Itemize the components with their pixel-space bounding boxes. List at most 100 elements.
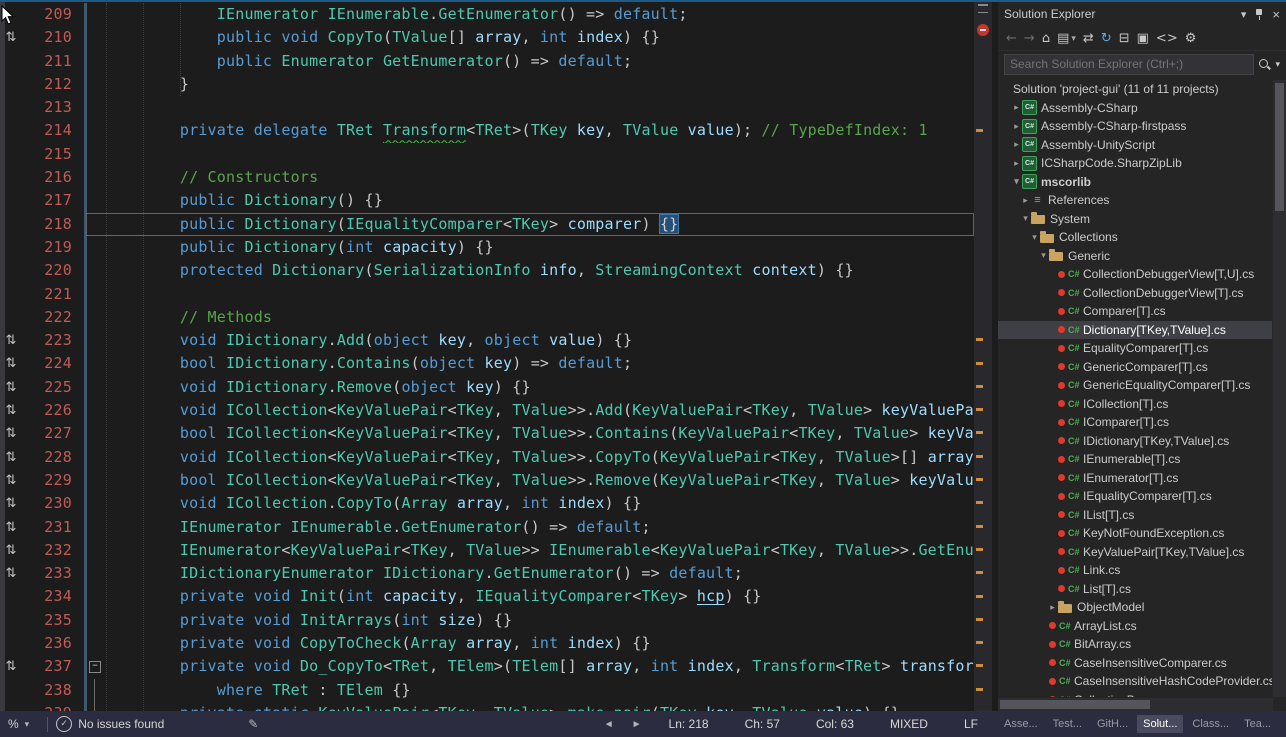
line-number[interactable]: 210	[22, 26, 86, 49]
se-vertical-scrollbar[interactable]	[1273, 80, 1286, 697]
chevron-down-icon[interactable]: ▾	[1241, 8, 1247, 21]
tool-tab-test[interactable]: Test...	[1047, 715, 1088, 733]
code-line[interactable]: 234 private void Init(int capacity, IEqu…	[0, 585, 974, 608]
code-line[interactable]: ⇅232 IEnumerator<KeyValuePair<TKey, TVal…	[0, 539, 974, 562]
split-grip-icon[interactable]	[978, 4, 988, 13]
tool-tab-gith[interactable]: GitH...	[1091, 715, 1134, 733]
tree-item-solution-project-gui-11-of-11-projects[interactable]: Solution 'project-gui' (11 of 11 project…	[998, 80, 1272, 99]
nav-back-icon[interactable]: ◄	[604, 719, 614, 730]
code-line[interactable]: 239 private static KeyValuePair<TKey, TV…	[0, 702, 974, 711]
pencil-icon[interactable]: ✎	[248, 717, 258, 731]
line-number[interactable]: 213	[22, 96, 86, 119]
chevron-collapsed-icon[interactable]: ▸	[1011, 102, 1022, 113]
tree-item-collectionbase-cs[interactable]: C#CollectionBase.cs	[998, 691, 1272, 698]
tree-item-icomparer-t-cs[interactable]: C#IComparer[T].cs	[998, 413, 1272, 432]
line-number[interactable]: 216	[22, 166, 86, 189]
line-number[interactable]: 230	[22, 492, 86, 515]
tree-item-iequalitycomparer-t-cs[interactable]: C#IEqualityComparer[T].cs	[998, 487, 1272, 506]
line-number[interactable]: 225	[22, 376, 86, 399]
tree-item-dictionary-tkey-tvalue-cs[interactable]: C#Dictionary[TKey,TValue].cs	[998, 321, 1272, 340]
line-number[interactable]: 218	[22, 213, 86, 236]
sync-with-active-document-button[interactable]: ⇄	[1083, 32, 1094, 45]
line-number[interactable]: 212	[22, 73, 86, 96]
eol-indicator[interactable]: LF	[964, 717, 978, 731]
tree-item-collectiondebuggerview-t-u-cs[interactable]: C#CollectionDebuggerView[T,U].cs	[998, 265, 1272, 284]
chevron-collapsed-icon[interactable]: ▸	[1011, 158, 1022, 169]
zoom-control[interactable]: % ▾	[0, 711, 39, 737]
code-line[interactable]: 222 // Methods	[0, 306, 974, 329]
code-line[interactable]: ⇅223 void IDictionary.Add(object key, ob…	[0, 329, 974, 352]
chevron-collapsed-icon[interactable]: ▸	[1047, 602, 1058, 613]
chevron-collapsed-icon[interactable]: ▸	[1011, 121, 1022, 132]
search-input[interactable]	[1004, 54, 1254, 75]
issues-status[interactable]: No issues found	[78, 717, 164, 731]
refresh-button[interactable]: ↻	[1101, 32, 1112, 45]
tree-item-collectiondebuggerview-t-cs[interactable]: C#CollectionDebuggerView[T].cs	[998, 284, 1272, 303]
line-number[interactable]: 217	[22, 189, 86, 212]
code-line[interactable]: ⇅227 bool ICollection<KeyValuePair<TKey,…	[0, 422, 974, 445]
nav-forward-icon[interactable]: ►	[632, 719, 642, 730]
home-button[interactable]: ⌂	[1042, 32, 1050, 45]
code-line[interactable]: ⇅229 bool ICollection<KeyValuePair<TKey,…	[0, 469, 974, 492]
line-number[interactable]: 238	[22, 679, 86, 702]
line-number[interactable]: 229	[22, 469, 86, 492]
tree-item-references[interactable]: ▸≡References	[998, 191, 1272, 210]
chevron-expanded-icon[interactable]: ▾	[1029, 232, 1040, 243]
code-line[interactable]: 236 private void CopyToCheck(Array array…	[0, 632, 974, 655]
code-line[interactable]: 221	[0, 283, 974, 306]
close-icon[interactable]: ×	[1272, 7, 1280, 22]
line-number[interactable]: 211	[22, 50, 86, 73]
code-editor[interactable]: 209 IEnumerator IEnumerable.GetEnumerato…	[0, 0, 992, 711]
outline-margin[interactable]: −	[86, 655, 106, 678]
code-line[interactable]: 218 public Dictionary(IEqualityComparer<…	[0, 213, 974, 236]
tree-item-arraylist-cs[interactable]: C#ArrayList.cs	[998, 617, 1272, 636]
chevron-expanded-icon[interactable]: ▾	[1038, 250, 1049, 261]
line-number[interactable]: 234	[22, 585, 86, 608]
tree-item-objectmodel[interactable]: ▸ObjectModel	[998, 598, 1272, 617]
line-number[interactable]: 219	[22, 236, 86, 259]
tree-item-icollection-t-cs[interactable]: C#ICollection[T].cs	[998, 395, 1272, 414]
code-line[interactable]: ⇅226 void ICollection<KeyValuePair<TKey,…	[0, 399, 974, 422]
tool-tab-class[interactable]: Class...	[1186, 715, 1235, 733]
tool-tab-solut[interactable]: Solut...	[1137, 715, 1183, 733]
tree-item-list-t-cs[interactable]: C#List[T].cs	[998, 580, 1272, 599]
tree-item-caseinsensitivecomparer-cs[interactable]: C#CaseInsensitiveComparer.cs	[998, 654, 1272, 673]
tree-item-icsharpcode-sharpziplib[interactable]: ▸C#ICSharpCode.SharpZipLib	[998, 154, 1272, 173]
line-number[interactable]: 233	[22, 562, 86, 585]
line-number[interactable]: 237	[22, 655, 86, 678]
switch-views-button[interactable]: ▤	[1057, 32, 1069, 45]
line-number[interactable]: 220	[22, 259, 86, 282]
tree-item-keyvaluepair-tkey-tvalue-cs[interactable]: C#KeyValuePair[TKey,TValue].cs	[998, 543, 1272, 562]
line-endings-indicator[interactable]: MIXED	[890, 717, 928, 731]
code-line[interactable]: ⇅228 void ICollection<KeyValuePair<TKey,…	[0, 446, 974, 469]
chevron-expanded-icon[interactable]: ▾	[1011, 176, 1022, 187]
tree-item-caseinsensitivehashcodeprovider-cs[interactable]: C#CaseInsensitiveHashCodeProvider.cs	[998, 672, 1272, 691]
chevron-collapsed-icon[interactable]: ▸	[1011, 139, 1022, 150]
tool-tab-asse[interactable]: Asse...	[998, 715, 1044, 733]
tree-item-genericcomparer-t-cs[interactable]: C#GenericComparer[T].cs	[998, 358, 1272, 377]
se-horizontal-scrollbar[interactable]	[998, 698, 1273, 711]
scrollbar-thumb[interactable]	[1000, 700, 1150, 709]
chevron-collapsed-icon[interactable]: ▸	[1020, 195, 1031, 206]
tree-item-link-cs[interactable]: C#Link.cs	[998, 561, 1272, 580]
code-line[interactable]: ⇅231 IEnumerator IEnumerable.GetEnumerat…	[0, 516, 974, 539]
tree-item-genericequalitycomparer-t-cs[interactable]: C#GenericEqualityComparer[T].cs	[998, 376, 1272, 395]
code-line[interactable]: 217 public Dictionary() {}	[0, 189, 974, 212]
tree-item-ienumerator-t-cs[interactable]: C#IEnumerator[T].cs	[998, 469, 1272, 488]
line-number[interactable]: 232	[22, 539, 86, 562]
line-number[interactable]: 236	[22, 632, 86, 655]
fold-collapse-icon[interactable]: −	[89, 661, 101, 673]
scrollbar-thumb[interactable]	[1275, 83, 1284, 211]
tree-item-equalitycomparer-t-cs[interactable]: C#EqualityComparer[T].cs	[998, 339, 1272, 358]
show-all-files-button[interactable]: ▣	[1137, 32, 1149, 45]
tree-item-assembly-csharp-firstpass[interactable]: ▸C#Assembly-CSharp-firstpass	[998, 117, 1272, 136]
properties-button[interactable]: ⚙	[1185, 32, 1197, 45]
tree-item-assembly-unityscript[interactable]: ▸C#Assembly-UnityScript	[998, 136, 1272, 155]
view-code-button[interactable]: <>	[1156, 32, 1178, 45]
code-line[interactable]: 238 where TRet : TElem {}	[0, 679, 974, 702]
search-dropdown-icon[interactable]: ▾	[1275, 59, 1280, 70]
switch-views-button-dropdown-icon[interactable]: ▾	[1071, 33, 1076, 44]
code-line[interactable]: 209 IEnumerator IEnumerable.GetEnumerato…	[0, 3, 974, 26]
line-number[interactable]: 235	[22, 609, 86, 632]
chevron-expanded-icon[interactable]: ▾	[1020, 213, 1031, 224]
